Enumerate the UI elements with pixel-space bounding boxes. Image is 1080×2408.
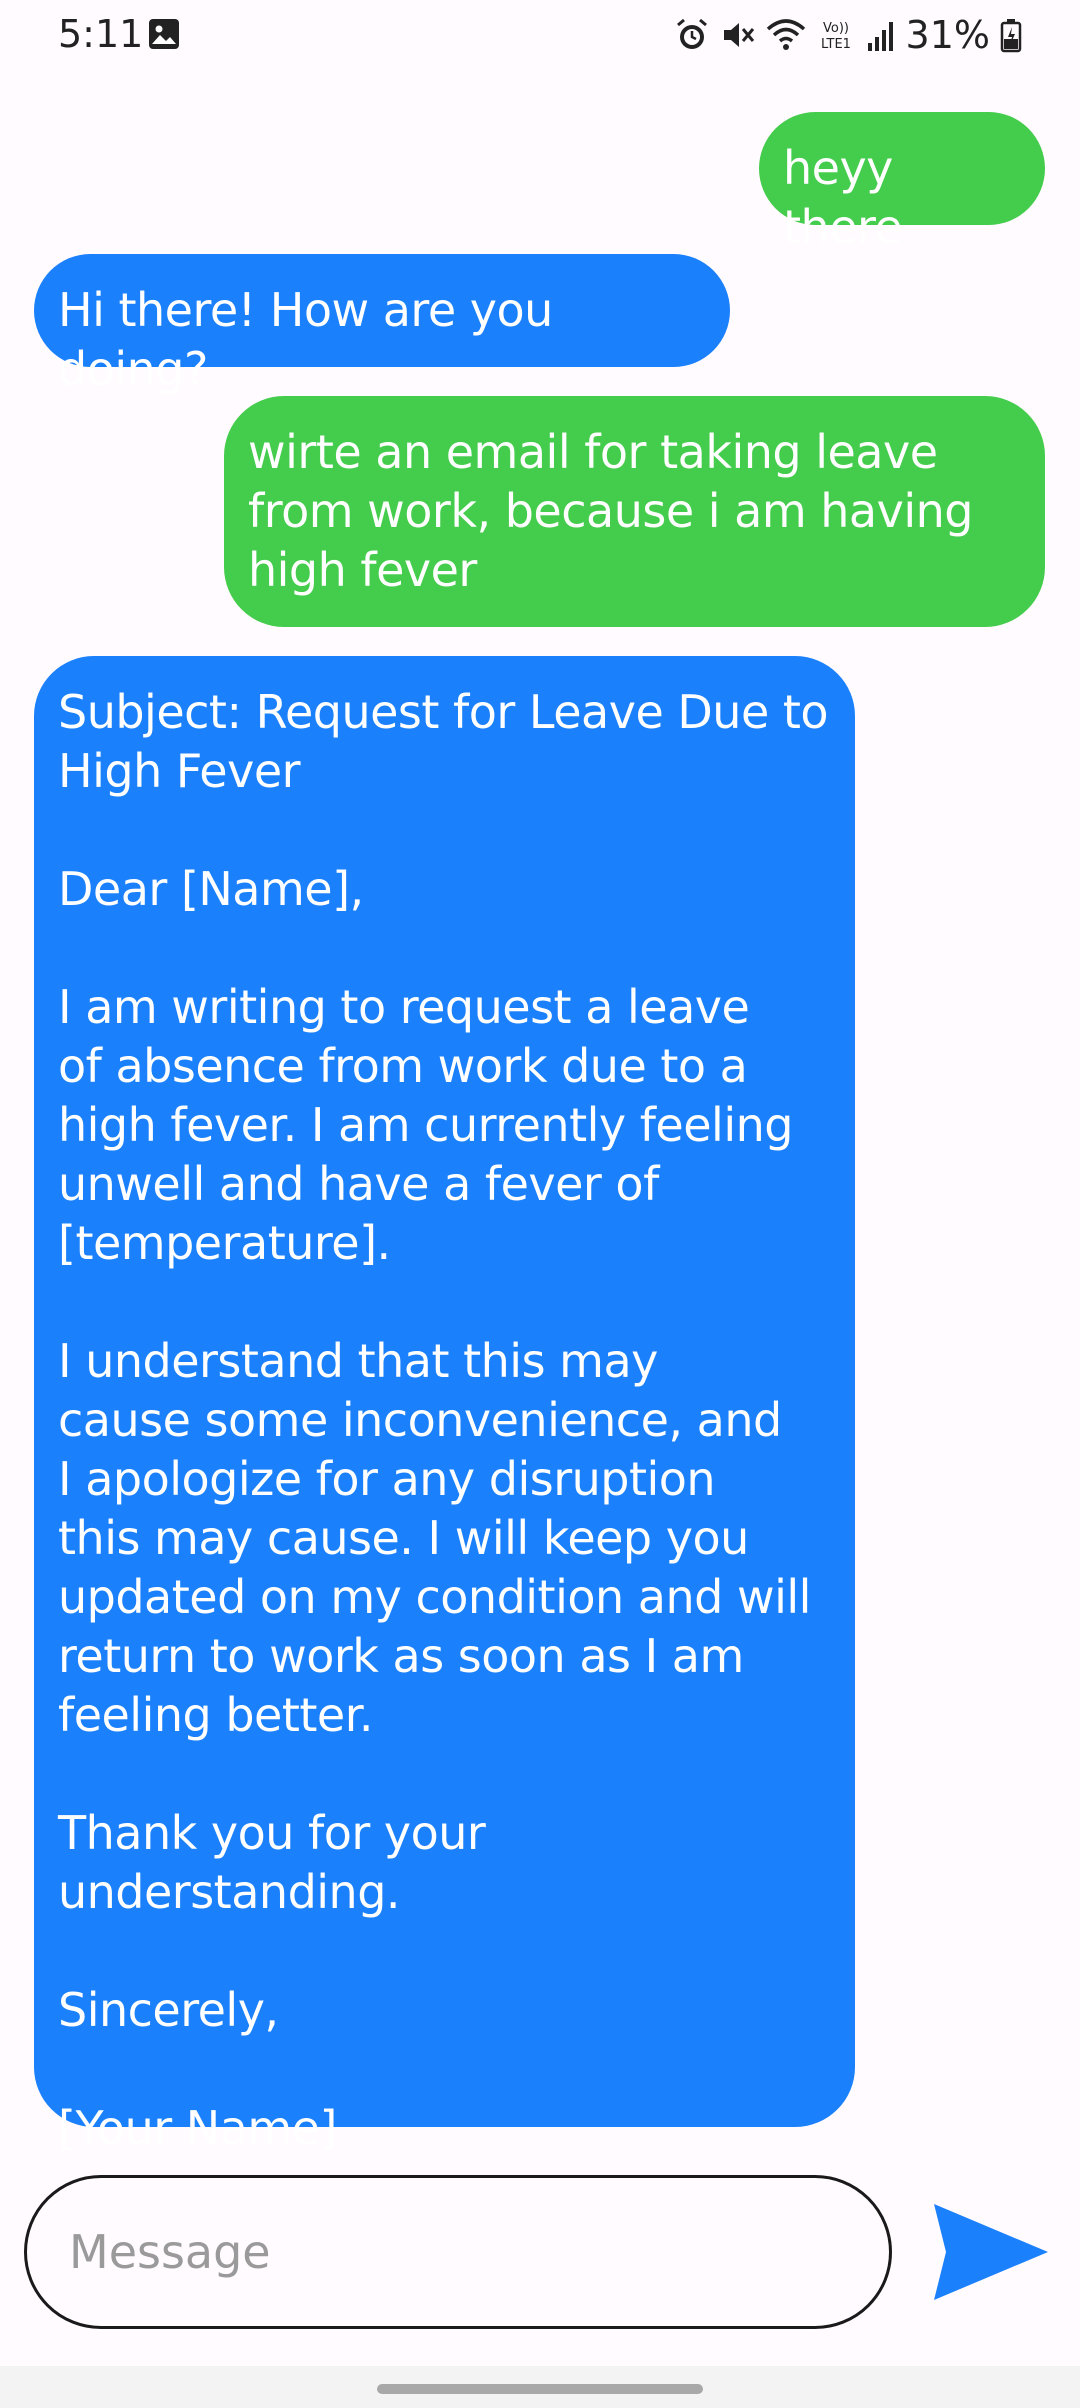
battery-icon [1000, 17, 1022, 53]
system-nav-bar [0, 2366, 1080, 2408]
status-bar: 5:11 Vo)) LTE1 31% [0, 0, 1080, 70]
image-icon [148, 18, 180, 50]
svg-text:Vo)): Vo)) [823, 21, 849, 36]
user-message-bubble: heyy there [759, 112, 1045, 254]
battery-percent: 31% [905, 13, 990, 57]
signal-icon [866, 17, 896, 53]
mute-icon [720, 17, 756, 53]
assistant-message-bubble: Hi there! How are you doing? [34, 254, 730, 396]
alarm-icon [674, 17, 710, 53]
status-time: 5:11 [58, 12, 144, 56]
status-icons: Vo)) LTE1 31% [674, 12, 1022, 58]
svg-text:LTE1: LTE1 [821, 37, 851, 52]
wifi-icon [766, 17, 806, 53]
assistant-message-bubble: Subject: Request for Leave Due to High F… [34, 656, 855, 2155]
volte-icon: Vo)) LTE1 [816, 17, 856, 53]
send-button[interactable] [930, 2200, 1052, 2304]
send-icon [934, 2204, 1048, 2300]
home-gesture-handle[interactable] [377, 2384, 703, 2394]
message-input[interactable] [24, 2175, 892, 2329]
user-message-bubble: wirte an email for taking leave from wor… [224, 396, 1045, 627]
